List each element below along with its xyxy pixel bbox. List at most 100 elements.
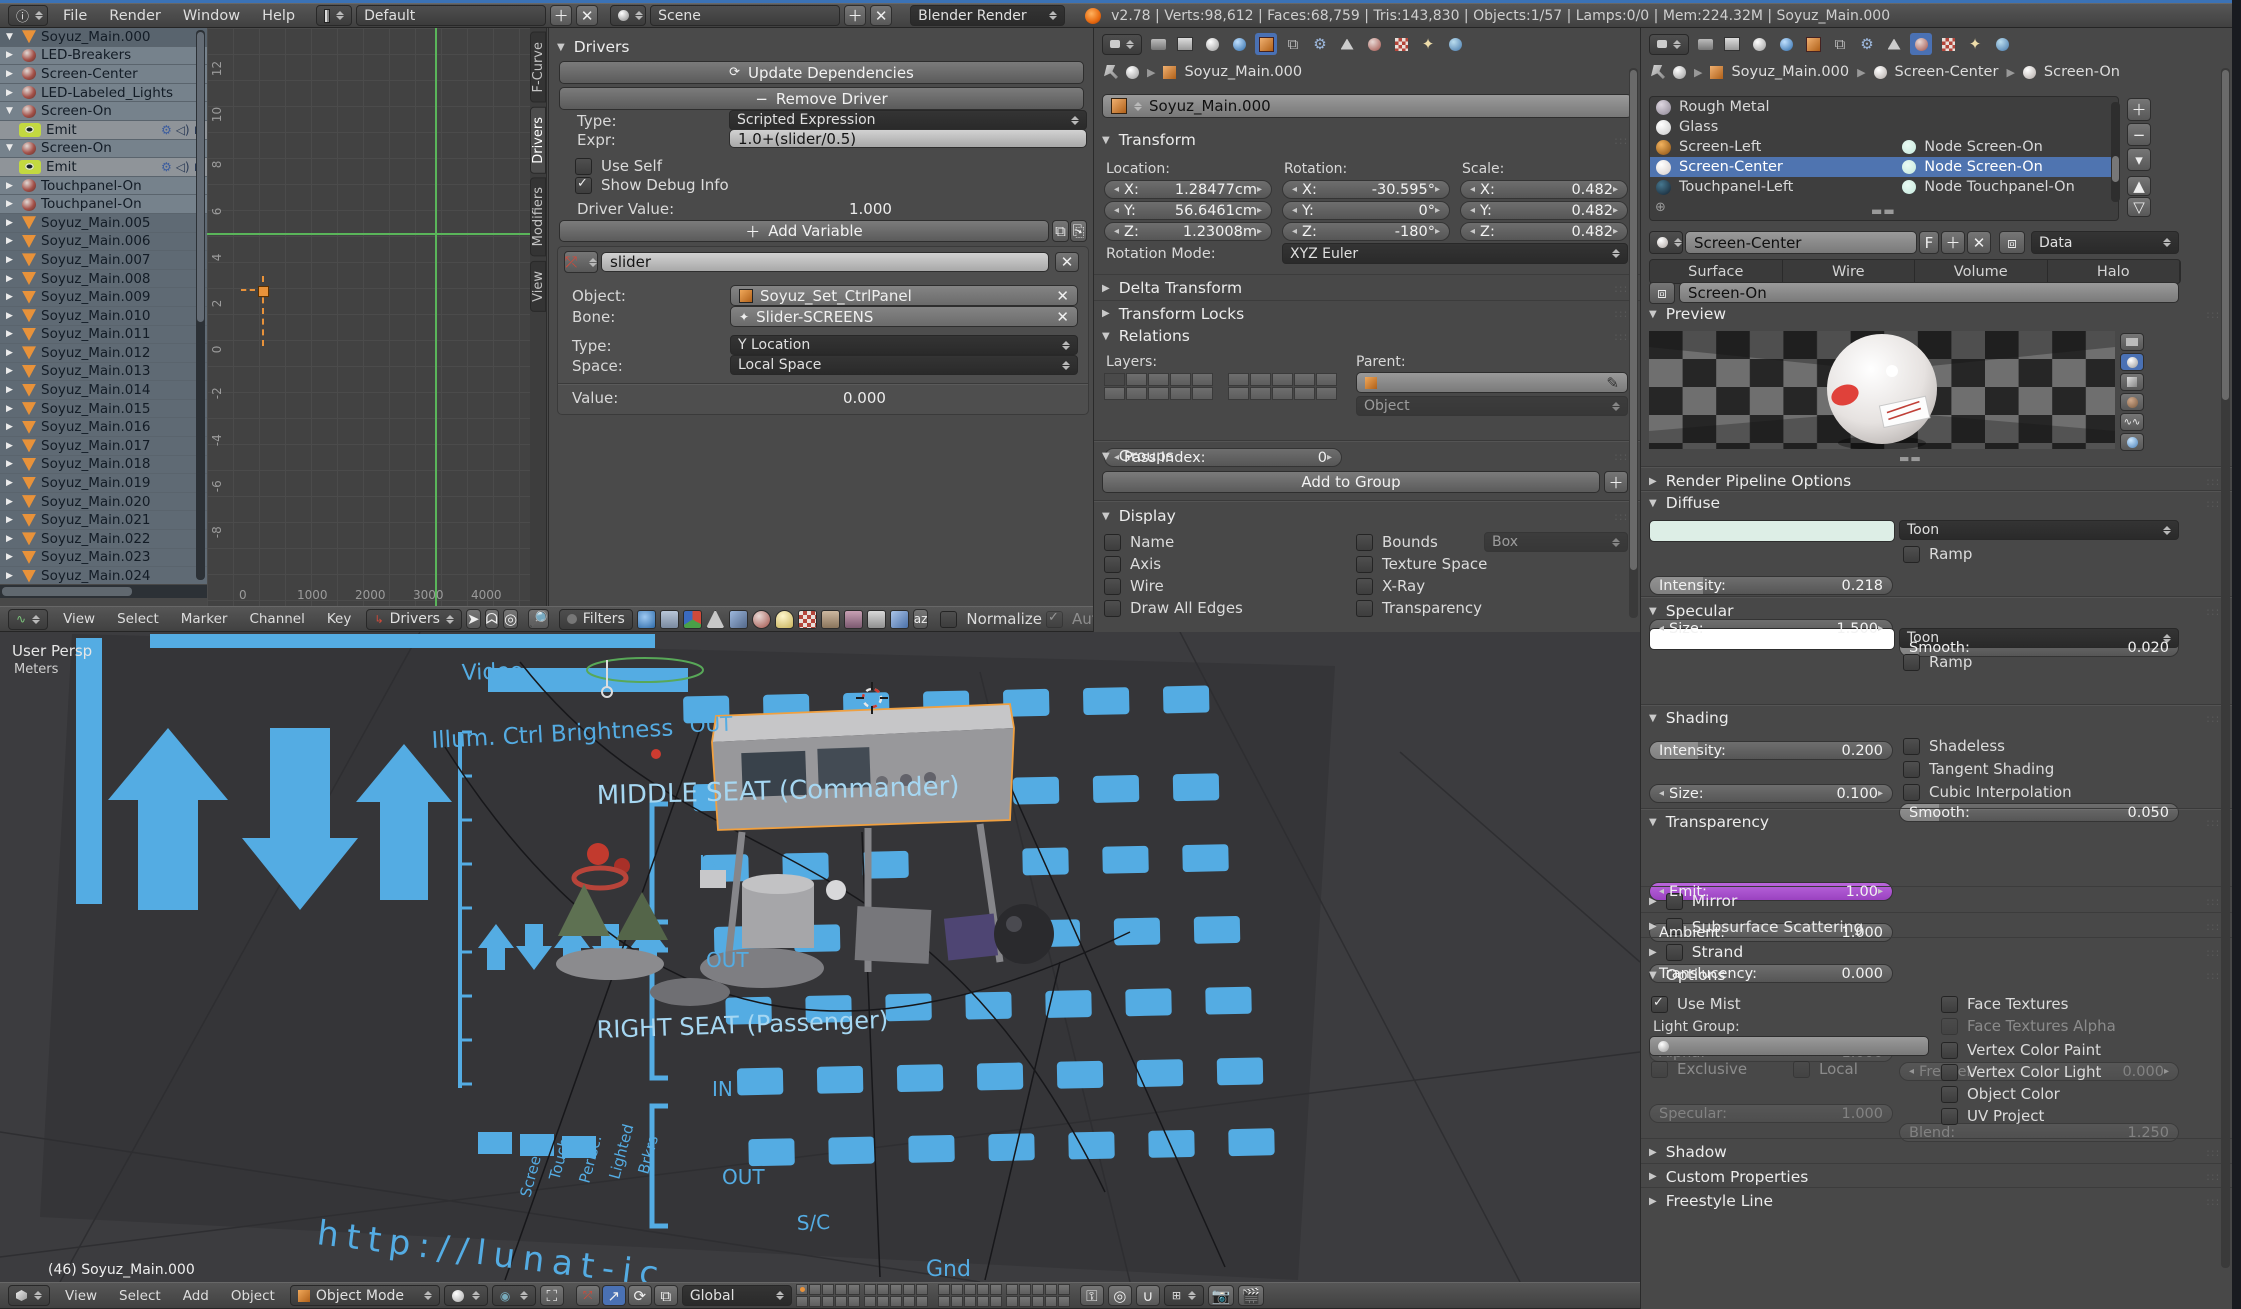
display-checkbox[interactable]: Draw All Edges xyxy=(1104,600,1243,616)
filters-toggle[interactable]: Filters xyxy=(559,609,633,630)
layers-block-3[interactable] xyxy=(938,1284,1002,1307)
node-filter-icon[interactable] xyxy=(660,610,679,629)
slot-move-up-button[interactable]: ▲ xyxy=(2127,176,2151,196)
diffuse-ramp-checkbox[interactable]: Ramp xyxy=(1903,546,1972,562)
object-field[interactable]: Soyuz_Set_CtrlPanel✕ xyxy=(730,285,1078,306)
tab-object-data[interactable] xyxy=(1883,33,1905,55)
channel-row[interactable]: ▶ Soyuz_Main.019 ⚙◁)⊓ xyxy=(0,474,207,493)
channel-row[interactable]: ▶ Soyuz_Main.016 ⚙◁)⊓ xyxy=(0,418,207,437)
pivot-align-toggle[interactable]: ⛶ xyxy=(540,1285,564,1306)
preview-resize-handle[interactable]: ▬▬ xyxy=(1899,452,1922,465)
cursor-tool-icon[interactable]: ➤ xyxy=(466,609,481,629)
breadcrumb-object[interactable]: Soyuz_Main.000 xyxy=(1184,64,1302,80)
oprops-scrollbar[interactable] xyxy=(1629,68,1638,618)
tab-particles[interactable]: ✦ xyxy=(1964,33,1986,55)
fcurve-grid[interactable]: 121086420-2-4-6-8 01000200030004000 xyxy=(207,28,530,607)
screen-layout-name[interactable]: Default xyxy=(356,5,546,26)
specular-panel-header[interactable]: Specular:::: xyxy=(1649,602,2225,620)
display-checkbox[interactable]: Name xyxy=(1104,534,1243,550)
show-nodes-button[interactable]: ⧈ xyxy=(1999,231,2025,254)
channel-row[interactable]: ▶ Soyuz_Main.023 ⚙◁)⊓ xyxy=(0,549,207,568)
manipulator-axis-icon[interactable]: ⤱ xyxy=(576,1285,600,1306)
preview-world-button[interactable] xyxy=(2120,433,2144,451)
node-tree-icon[interactable]: ⧈ xyxy=(1649,282,1675,304)
screen-layout-icon[interactable] xyxy=(316,5,352,26)
material-filter-icon[interactable] xyxy=(752,610,771,629)
editor-type-properties[interactable] xyxy=(1102,34,1142,55)
options-checkbox[interactable]: Face Textures xyxy=(1941,996,2116,1012)
delete-layout-button[interactable]: ✕ xyxy=(576,5,598,26)
slot-add-icon[interactable]: ⊕ xyxy=(1655,200,1666,215)
slot-specials-button[interactable]: ▾ xyxy=(2127,148,2151,171)
expand-arrow[interactable]: ▶ xyxy=(6,199,17,209)
material-type-tab[interactable]: Surface xyxy=(1650,260,1783,283)
tab-scene[interactable] xyxy=(1201,33,1223,55)
editor-type-graph[interactable]: ∿ xyxy=(8,609,48,630)
use-mist-checkbox[interactable]: Use Mist xyxy=(1651,996,1741,1012)
variable-name-input[interactable]: slider xyxy=(601,252,1049,272)
layers-block-2[interactable] xyxy=(864,1284,928,1307)
layers-grid-1[interactable] xyxy=(1104,373,1213,400)
render-pipeline-header[interactable]: Render Pipeline Options:::: xyxy=(1649,472,2225,490)
tab-material[interactable] xyxy=(1910,33,1932,55)
channel-list[interactable]: ▼ Soyuz_Main.000 ⚙◁)⊓ ▶ LED-Breakers ⚙◁)… xyxy=(0,28,207,584)
slot-move-down-button[interactable]: ▽ xyxy=(2127,197,2151,217)
mesh-filter-icon[interactable] xyxy=(706,610,725,629)
tab-scene[interactable] xyxy=(1748,33,1770,55)
specular-ramp-checkbox[interactable]: Ramp xyxy=(1903,654,1972,670)
menu-item[interactable]: View xyxy=(54,1288,108,1304)
variable-type-icon[interactable]: ⤱ xyxy=(564,251,598,273)
breadcrumb-material[interactable]: Screen-Center xyxy=(1895,64,1999,80)
bone-field[interactable]: ✦Slider-SCREENS✕ xyxy=(730,306,1078,327)
channel-row[interactable]: ▶ Soyuz_Main.013 ⚙◁)⊓ xyxy=(0,363,207,382)
menu-item[interactable]: Select xyxy=(106,611,170,627)
material-slot-list[interactable]: Rough Metal Glass Screen-Left Node Scree… xyxy=(1649,96,2119,221)
expand-arrow[interactable]: ▶ xyxy=(6,385,17,395)
breadcrumb-node-material[interactable]: Screen-On xyxy=(2044,64,2120,80)
parent-type-select[interactable]: Object xyxy=(1356,396,1628,416)
pin-icon[interactable] xyxy=(1651,65,1665,79)
collapsed-panel-header[interactable]: Subsurface Scattering:::: xyxy=(1649,918,2225,936)
proportional-edit-icon[interactable]: ◎ xyxy=(1108,1285,1132,1306)
ghost-curves-icon[interactable]: ᗣ xyxy=(485,609,499,629)
collapsed-panel-header[interactable]: Shadow:::: xyxy=(1649,1143,2225,1161)
expand-arrow[interactable]: ▶ xyxy=(6,404,17,414)
channel-row[interactable]: ▶ Soyuz_Main.008 ⚙◁)⊓ xyxy=(0,270,207,289)
channel-scrollbar-thumb[interactable] xyxy=(197,32,204,322)
display-checkbox[interactable]: Texture Space xyxy=(1356,556,1487,572)
tab-particles[interactable]: ✦ xyxy=(1417,33,1439,55)
channel-row[interactable]: ▶ Touchpanel-On ⚙◁)⊓ xyxy=(0,177,207,196)
tab-texture[interactable] xyxy=(1390,33,1412,55)
options-checkbox[interactable]: Vertex Color Paint xyxy=(1941,1042,2116,1058)
expression-input[interactable]: 1.0+(slider/0.5) xyxy=(729,129,1087,148)
tab-world[interactable] xyxy=(1775,33,1797,55)
material-slot[interactable]: Screen-Center Node Screen-On xyxy=(1650,157,2118,177)
tab-render[interactable] xyxy=(1147,33,1169,55)
sort-alpha-icon[interactable]: az xyxy=(913,609,929,629)
add-layout-button[interactable]: ＋ xyxy=(550,5,572,26)
tab-modifiers[interactable]: ⚙ xyxy=(1309,33,1331,55)
translate-manipulator[interactable]: ↗ xyxy=(602,1285,626,1306)
region-tab[interactable]: View xyxy=(530,261,546,312)
breadcrumb-object[interactable]: Soyuz_Main.000 xyxy=(1731,64,1849,80)
relations-panel-header[interactable]: Relations:::: xyxy=(1102,327,1633,345)
mode-select[interactable]: Object Mode xyxy=(290,1285,440,1306)
tab-constraints[interactable]: ⧉ xyxy=(1829,33,1851,55)
expand-arrow[interactable]: ▶ xyxy=(6,571,17,581)
opengl-render-icon[interactable]: 📷 xyxy=(1208,1285,1234,1306)
object-name-field[interactable]: Soyuz_Main.000 xyxy=(1102,94,1632,118)
channel-row[interactable]: ▶ Touchpanel-On ⚙◁)⊓ xyxy=(0,195,207,214)
snap-magnet-icon[interactable]: ∪ xyxy=(1136,1285,1160,1306)
exclusive-checkbox[interactable]: Exclusive xyxy=(1651,1061,1747,1077)
expand-arrow[interactable]: ▶ xyxy=(6,236,17,246)
layers-block-1[interactable] xyxy=(796,1284,860,1307)
channel-row[interactable]: ▶ Soyuz_Main.010 ⚙◁)⊓ xyxy=(0,307,207,326)
tab-physics[interactable] xyxy=(1991,33,2013,55)
tab-object[interactable] xyxy=(1802,33,1824,55)
unlink-material-button[interactable]: ✕ xyxy=(1967,231,1991,254)
channel-row[interactable]: ▶ Soyuz_Main.018 ⚙◁)⊓ xyxy=(0,456,207,475)
remove-slot-button[interactable]: − xyxy=(2127,123,2151,146)
orientation-select[interactable]: Global xyxy=(682,1285,792,1306)
shading-checkbox[interactable]: Tangent Shading xyxy=(1903,761,2072,777)
diffuse-color-swatch[interactable] xyxy=(1649,520,1895,542)
